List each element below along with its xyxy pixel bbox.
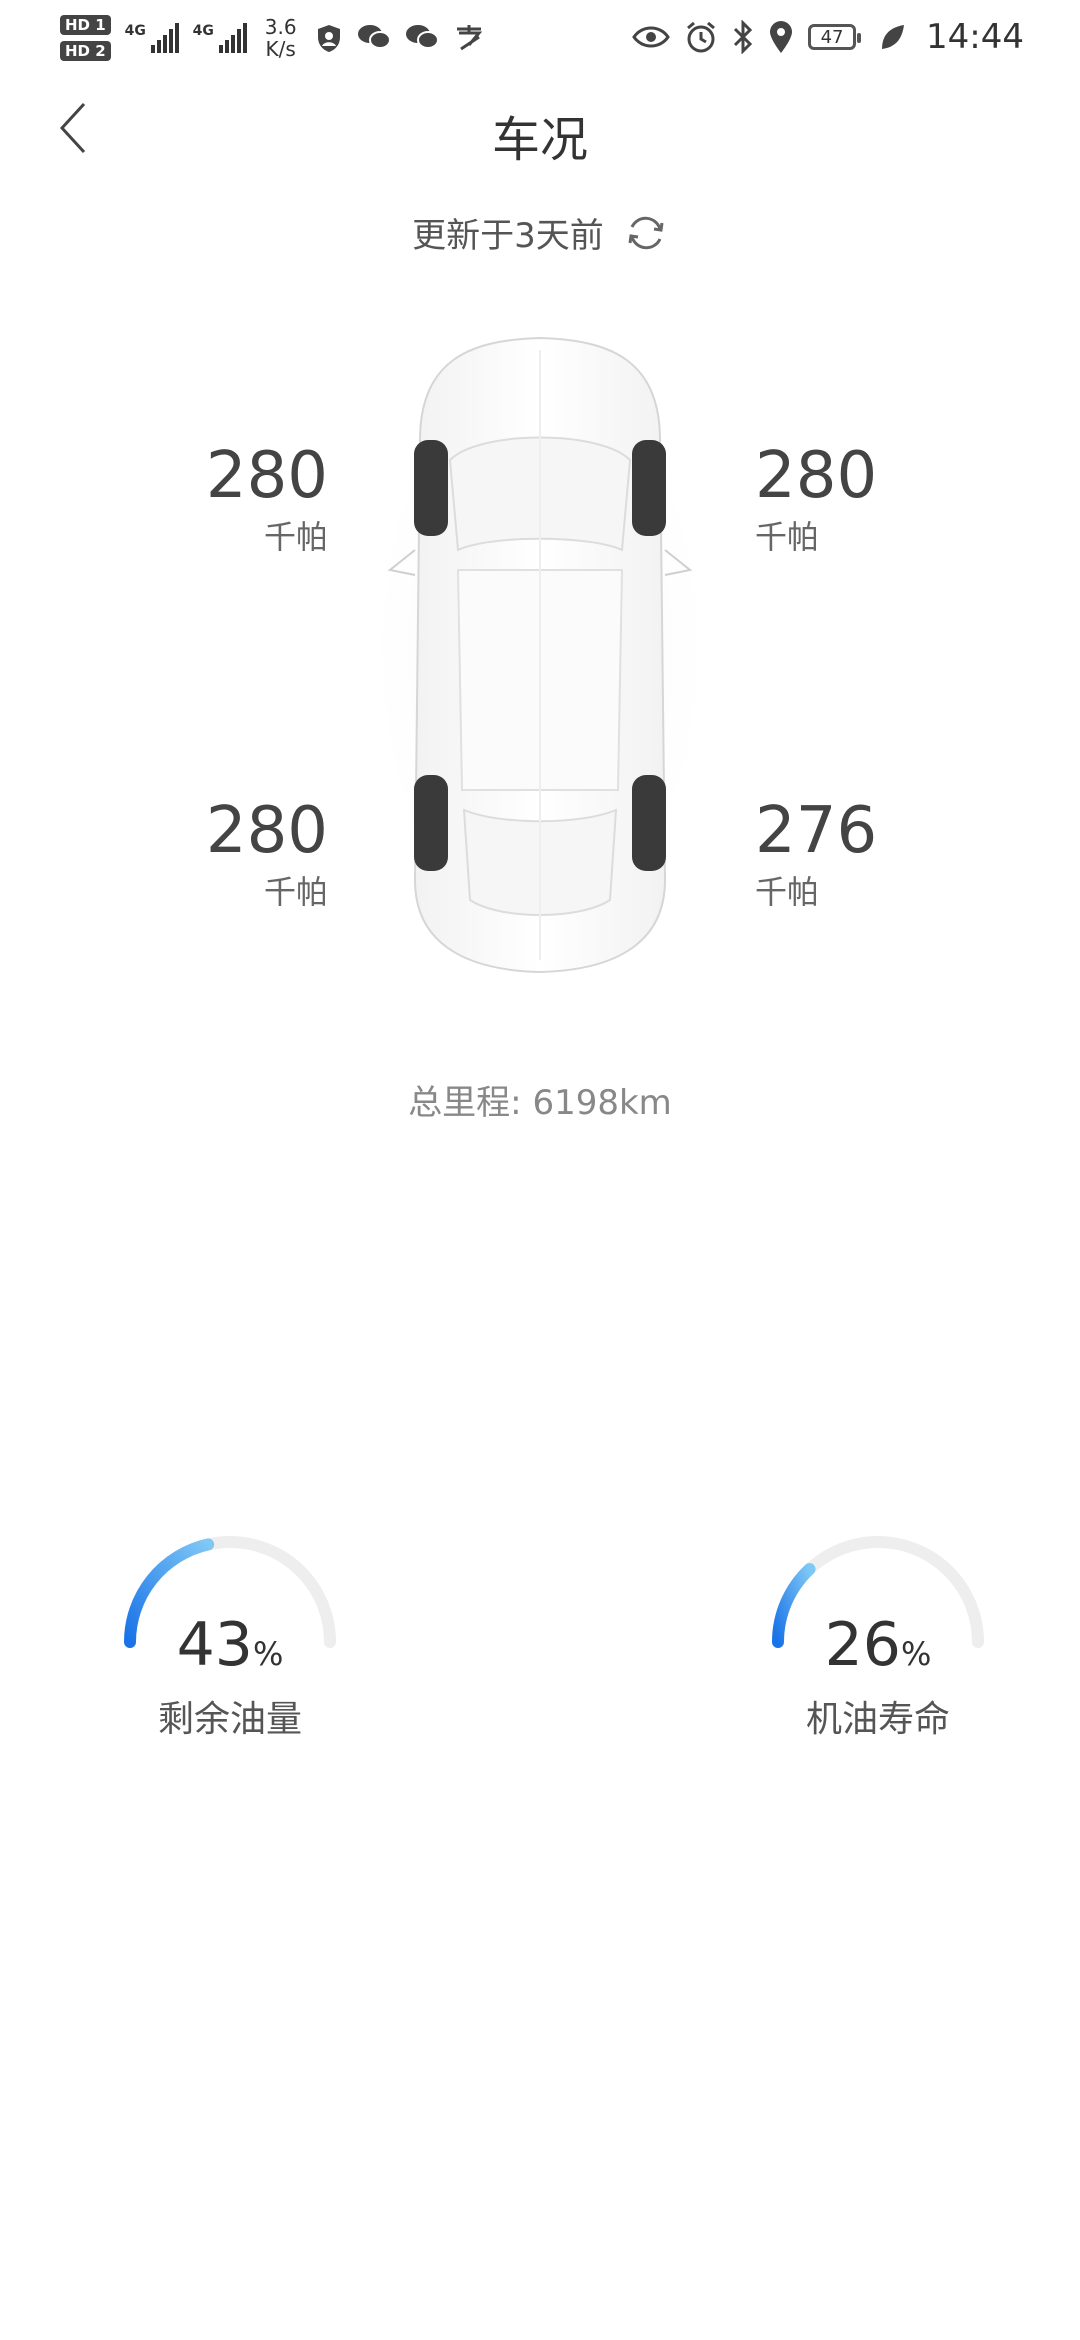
page-title: 车况: [491, 112, 588, 168]
alipay-icon: [456, 25, 482, 51]
hd1-badge: HD 1: [60, 15, 111, 35]
status-left: HD 1 HD 2 4G 4G 3.6 K/s: [60, 8, 485, 68]
tire-pressure-value: 280: [205, 794, 328, 868]
total-mileage: 总里程: 6198km: [408, 1083, 672, 1123]
wechat-icon: [405, 25, 439, 49]
tire-pressure-front-left: 280 千帕: [128, 440, 328, 558]
oil-percent: 26%: [738, 1610, 1018, 1680]
oil-percent-value: 26: [824, 1610, 901, 1680]
tire-pressure-unit: 千帕: [263, 873, 328, 911]
alarm-icon: [687, 21, 715, 53]
fuel-percent-symbol: %: [252, 1635, 284, 1673]
network-type-2: 4G: [192, 23, 214, 39]
notification-icons: [315, 23, 485, 53]
speed-value: 3.6: [264, 15, 297, 39]
fuel-label: 剩余油量: [157, 1699, 302, 1740]
shield-user-icon: [317, 25, 340, 52]
tire-pressure-front-right: 280 千帕: [755, 440, 955, 558]
bluetooth-icon: [733, 20, 753, 54]
hd2-badge: HD 2: [60, 41, 111, 61]
eye-icon: [632, 26, 670, 48]
oil-percent-symbol: %: [900, 1635, 932, 1673]
update-status: 更新于3天前: [0, 208, 1080, 257]
signal-icon: 4G: [125, 23, 179, 53]
oil-life-gauge: 26% 机油寿命: [738, 1530, 1018, 1750]
tire-pressure-unit: 千帕: [755, 873, 820, 911]
oil-label: 机油寿命: [805, 1699, 950, 1740]
leaf-icon: [882, 25, 905, 49]
fuel-percent: 43%: [90, 1610, 370, 1680]
fuel-percent-value: 43: [176, 1610, 253, 1680]
hd-indicators: HD 1 HD 2: [60, 15, 111, 61]
tire-pressure-rear-left: 280 千帕: [128, 795, 328, 913]
tire-pressure-value: 276: [755, 794, 878, 868]
header: 车况: [0, 80, 1080, 180]
status-right: 47 14:44: [632, 14, 1024, 60]
tire-pressure-rear-right: 276 千帕: [755, 795, 955, 913]
fuel-gauge: 43% 剩余油量: [90, 1530, 370, 1750]
tire-pressure-value: 280: [205, 439, 328, 513]
tire-pressure-value: 280: [755, 439, 878, 513]
clock: 14:44: [926, 17, 1024, 57]
tire-pressure-unit: 千帕: [755, 518, 820, 556]
signal-icon: 4G: [193, 23, 247, 53]
battery-icon: 47: [808, 24, 862, 50]
speed-unit: K/s: [265, 37, 296, 61]
network-speed: 3.6 K/s: [261, 16, 301, 60]
car-top-view-image: [360, 320, 720, 980]
refresh-icon[interactable]: [624, 211, 668, 255]
update-time-text: 更新于3天前: [412, 216, 604, 256]
wechat-icon: [357, 25, 391, 49]
vehicle-status-page: HD 1 HD 2 4G 4G 3.6 K/s 47 14:44 车况 更新于3…: [0, 0, 1080, 2340]
network-type-1: 4G: [124, 23, 146, 39]
tire-pressure-unit: 千帕: [263, 518, 328, 556]
location-icon: [770, 21, 793, 53]
status-bar: HD 1 HD 2 4G 4G 3.6 K/s 47 14:44: [0, 0, 1080, 72]
